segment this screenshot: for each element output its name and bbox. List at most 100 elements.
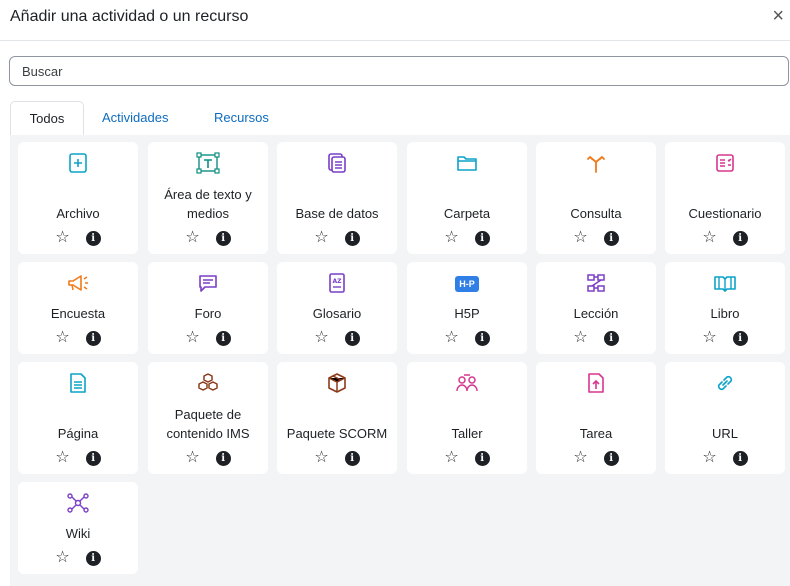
search-input[interactable] (10, 57, 790, 85)
star-icon[interactable]: ☆ (573, 450, 587, 466)
tab-recursos[interactable]: Recursos (214, 101, 269, 135)
folder-icon (407, 152, 527, 178)
activity-label: H5P (454, 306, 480, 321)
star-icon[interactable]: ☆ (702, 450, 716, 466)
info-icon[interactable]: i (474, 330, 490, 346)
chat-bubble-icon (148, 272, 268, 298)
star-icon[interactable]: ☆ (185, 230, 199, 246)
activity-card-carpeta[interactable]: Carpeta ☆ i (407, 142, 527, 254)
info-icon[interactable]: i (85, 330, 101, 346)
tab-todos[interactable]: Todos (10, 101, 84, 136)
card-actions: ☆ i (536, 450, 656, 466)
card-actions: ☆ i (277, 230, 397, 246)
close-icon[interactable]: × (772, 6, 784, 26)
info-icon[interactable]: i (215, 330, 231, 346)
info-icon[interactable]: i (344, 330, 360, 346)
package-boxes-icon (148, 372, 268, 398)
activity-label: Área de texto y medios (164, 187, 252, 221)
assignment-upload-icon (536, 372, 656, 398)
info-icon[interactable]: i (732, 230, 748, 246)
activity-label: Página (57, 426, 99, 441)
card-actions: ☆ i (148, 450, 268, 466)
activity-card-libro[interactable]: Libro ☆ i (665, 262, 785, 354)
star-icon[interactable]: ☆ (314, 450, 328, 466)
star-icon[interactable]: ☆ (444, 330, 458, 346)
activity-label: Base de datos (295, 206, 379, 221)
info-icon[interactable]: i (474, 450, 490, 466)
activity-card-cuestionario[interactable]: Cuestionario ☆ i (665, 142, 785, 254)
modules-grid: Archivo ☆ i Área de texto y medios ☆ i Base de… (10, 135, 790, 586)
star-icon[interactable]: ☆ (314, 230, 328, 246)
card-actions: ☆ i (665, 330, 785, 346)
activity-card-base-de-datos[interactable]: Base de datos ☆ i (277, 142, 397, 254)
star-icon[interactable]: ☆ (185, 450, 199, 466)
star-icon[interactable]: ☆ (55, 230, 69, 246)
info-icon[interactable]: i (603, 450, 619, 466)
h5p-icon: H-P (407, 272, 527, 298)
activity-card-h5p[interactable]: H-P H5P ☆ i (407, 262, 527, 354)
activity-label: Glosario (312, 306, 362, 321)
info-icon[interactable]: i (85, 230, 101, 246)
activity-card-archivo[interactable]: Archivo ☆ i (18, 142, 138, 254)
star-icon[interactable]: ☆ (573, 230, 587, 246)
info-icon[interactable]: i (732, 450, 748, 466)
info-icon[interactable]: i (732, 330, 748, 346)
activity-label: Encuesta (50, 306, 106, 321)
file-plus-icon (18, 152, 138, 178)
activity-card-paquete-de-contenido-ims[interactable]: Paquete de contenido IMS ☆ i (148, 362, 268, 474)
activity-label: Tarea (579, 426, 613, 441)
star-icon[interactable]: ☆ (573, 330, 587, 346)
megaphone-icon (18, 272, 138, 298)
activity-card-lección[interactable]: Lección ☆ i (536, 262, 656, 354)
activity-label: URL (711, 426, 738, 441)
activity-card-wiki[interactable]: Wiki ☆ i (18, 482, 138, 574)
quiz-icon (665, 152, 785, 178)
info-icon[interactable]: i (85, 550, 101, 566)
activity-card-área-de-texto-y-medios[interactable]: Área de texto y medios ☆ i (148, 142, 268, 254)
info-icon[interactable]: i (215, 450, 231, 466)
star-icon[interactable]: ☆ (55, 550, 69, 566)
activity-card-tarea[interactable]: Tarea ☆ i (536, 362, 656, 474)
activity-card-página[interactable]: Página ☆ i (18, 362, 138, 474)
star-icon[interactable]: ☆ (702, 230, 716, 246)
star-icon[interactable]: ☆ (55, 450, 69, 466)
activity-label: Consulta (570, 206, 622, 221)
card-actions: ☆ i (407, 450, 527, 466)
activity-card-paquete-scorm[interactable]: Paquete SCORM ☆ i (277, 362, 397, 474)
activity-card-consulta[interactable]: Consulta ☆ i (536, 142, 656, 254)
star-icon[interactable]: ☆ (55, 330, 69, 346)
card-actions: ☆ i (665, 230, 785, 246)
lesson-flow-icon (536, 272, 656, 298)
info-icon[interactable]: i (474, 230, 490, 246)
activity-card-foro[interactable]: Foro ☆ i (148, 262, 268, 354)
star-icon[interactable]: ☆ (702, 330, 716, 346)
star-icon[interactable]: ☆ (185, 330, 199, 346)
card-actions: ☆ i (407, 330, 527, 346)
activity-card-encuesta[interactable]: Encuesta ☆ i (18, 262, 138, 354)
wiki-network-icon (18, 492, 138, 518)
activity-card-taller[interactable]: Taller ☆ i (407, 362, 527, 474)
card-actions: ☆ i (665, 450, 785, 466)
activity-label: Cuestionario (688, 206, 762, 221)
activity-label: Carpeta (443, 206, 491, 221)
activity-label: Foro (194, 306, 222, 321)
activity-card-glosario[interactable]: AZ Glosario ☆ i (277, 262, 397, 354)
activity-card-url[interactable]: URL ☆ i (665, 362, 785, 474)
activity-label: Taller (451, 426, 483, 441)
search-field[interactable] (9, 56, 790, 86)
star-icon[interactable]: ☆ (444, 230, 458, 246)
info-icon[interactable]: i (344, 450, 360, 466)
info-icon[interactable]: i (344, 230, 360, 246)
tab-actividades[interactable]: Actividades (102, 101, 168, 135)
activity-label: Wiki (65, 526, 91, 541)
card-actions: ☆ i (18, 550, 138, 566)
info-icon[interactable]: i (603, 330, 619, 346)
glossary-book-icon: AZ (277, 272, 397, 298)
dialog-header: Añadir una actividad o un recurso × (0, 0, 790, 41)
star-icon[interactable]: ☆ (444, 450, 458, 466)
star-icon[interactable]: ☆ (314, 330, 328, 346)
page-icon (18, 372, 138, 398)
info-icon[interactable]: i (85, 450, 101, 466)
info-icon[interactable]: i (603, 230, 619, 246)
info-icon[interactable]: i (215, 230, 231, 246)
